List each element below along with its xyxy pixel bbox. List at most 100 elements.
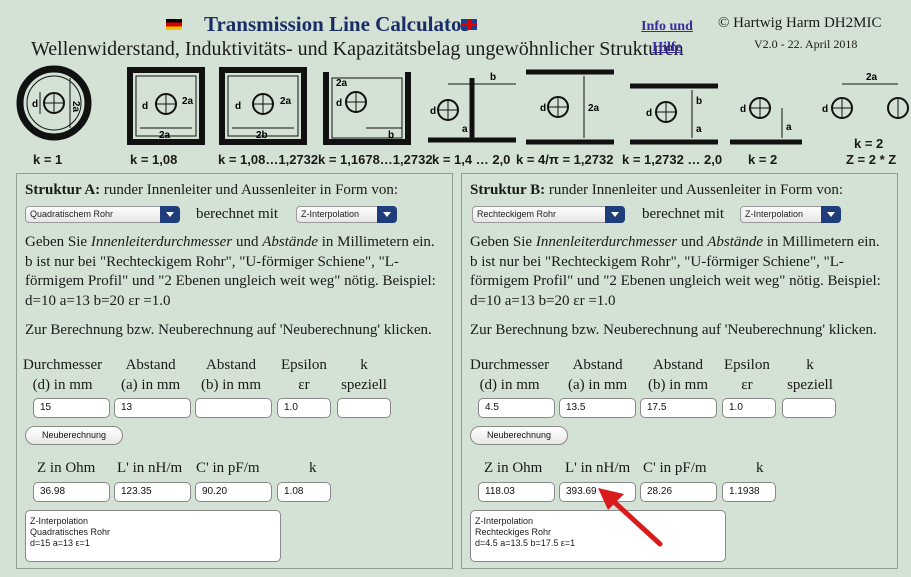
k-result-a[interactable]: 1.08 [277, 482, 331, 502]
col-head-b-line2: (b) in mm [201, 377, 261, 393]
diameter-input-a[interactable]: 15 [33, 398, 110, 418]
info-link-line2[interactable]: Hilfe [632, 37, 702, 58]
desc-text: und [232, 234, 263, 250]
col-head-b: Abstand (b) in mm [648, 355, 708, 395]
recalc-hint: Zur Berechnung bzw. Neuberechnung auf 'N… [470, 322, 877, 338]
b-letter: b [490, 72, 496, 83]
epsilon-input-b[interactable]: 1.0 [722, 398, 776, 418]
k-special-input-a[interactable] [337, 398, 391, 418]
res-head-c: C' in pF/m [643, 460, 707, 476]
output-textarea-a[interactable]: Z-Interpolation Quadratisches Rohr d=15 … [25, 510, 281, 562]
res-head-l: L' in nH/m [117, 460, 183, 476]
2a-letter: 2a [280, 96, 292, 107]
rect-pipe-diagram-icon: d 2a 2b [219, 67, 307, 145]
a-letter: a [786, 122, 792, 133]
col-head-d-line2: (d) in mm [32, 377, 93, 393]
output-textarea-b[interactable]: Z-Interpolation Rechteckiges Rohr d=4.5 … [470, 510, 726, 562]
app-title: Transmission Line Calculator [204, 12, 471, 36]
res-head-k: k [756, 460, 764, 476]
col-head-k-line1: k [360, 357, 368, 373]
d-letter: d [740, 104, 746, 115]
col-head-a-line2: (a) in mm [121, 377, 181, 393]
col-head-b: Abstand (b) in mm [201, 355, 261, 395]
structure-diagrams: d 2a k = 1 d 2a 2a k = 1,08 d 2a 2b k = … [0, 64, 911, 169]
info-link-line1[interactable]: Info und [632, 16, 702, 37]
c-result-a[interactable]: 90.20 [195, 482, 272, 502]
desc-text: und [677, 234, 708, 250]
berechnet-mit-label: berechnet mit [642, 206, 725, 222]
app-subtitle: Wellenwiderstand, Induktivitäts- und Kap… [31, 38, 684, 60]
uk-flag-icon[interactable] [461, 19, 477, 30]
distance-a-input-a[interactable]: 13 [114, 398, 191, 418]
method-select-a[interactable]: Z-Interpolation [296, 206, 397, 223]
epsilon-input-a[interactable]: 1.0 [277, 398, 331, 418]
diameter-input-b[interactable]: 4.5 [478, 398, 555, 418]
output-line: d=4.5 a=13.5 b=17.5 ε=1 [475, 538, 576, 548]
l-result-b[interactable]: 393.69 [559, 482, 636, 502]
diagram-unequal-planes: d a b k = 1,2732 … 2,0 [622, 64, 722, 169]
output-line: Rechteckiges Rohr [475, 527, 552, 537]
z-result-a[interactable]: 36.98 [33, 482, 110, 502]
header: Transmission Line Calculator Wellenwider… [0, 0, 911, 62]
info-help-link[interactable]: Info und Hilfe [632, 16, 702, 58]
struct-b-text: runder Innenleiter und Aussenleiter in F… [545, 182, 844, 198]
shape-select-a-value: Quadratischem Rohr [30, 209, 114, 219]
desc-italic-2: Abstände [262, 234, 319, 250]
diagram-square-pipe: d 2a 2a k = 1,08 [124, 64, 210, 169]
col-head-a-line1: Abstand [125, 357, 176, 373]
desc-example: d=10 a=13 b=20 εr =1.0 [25, 292, 171, 309]
version-label: V2.0 - 22. April 2018 [754, 37, 858, 51]
chevron-down-icon[interactable] [377, 206, 397, 223]
c-result-b[interactable]: 28.26 [640, 482, 717, 502]
distance-b-input-a[interactable] [195, 398, 272, 418]
output-line: Z-Interpolation [475, 516, 534, 526]
col-head-eps-line1: Epsilon [281, 357, 327, 373]
struct-a-text: runder Innenleiter und Aussenleiter in F… [100, 182, 399, 198]
recalculate-button-a[interactable]: Neuberechnung [25, 426, 123, 445]
col-head-b-line1: Abstand [653, 357, 703, 373]
shape-select-b[interactable]: Rechteckigem Rohr [472, 206, 625, 223]
chevron-down-icon[interactable] [160, 206, 180, 223]
diagram-two-planes: d 2a k = 4/π = 1,2732 [516, 64, 622, 169]
distance-b-input-b[interactable]: 17.5 [640, 398, 717, 418]
res-head-l: L' in nH/m [565, 460, 631, 476]
col-head-k-line1: k [806, 357, 814, 373]
col-head-a: Abstand (a) in mm [568, 355, 627, 395]
d-letter: d [235, 101, 241, 112]
desc-italic-1: Innenleiterdurchmesser [535, 234, 678, 250]
distance-a-input-b[interactable]: 13.5 [559, 398, 636, 418]
output-line: Z-Interpolation [30, 516, 89, 526]
struct-a-label: Struktur A: [25, 182, 101, 198]
square-pipe-diagram-icon: d 2a 2a [127, 67, 205, 145]
shape-select-a[interactable]: Quadratischem Rohr [25, 206, 180, 223]
col-head-eps-line1: Epsilon [724, 357, 770, 373]
diagram-l-profile: d a b k = 1,4 … 2,0 [424, 64, 520, 169]
col-head-k-line2: speziell [341, 377, 387, 393]
a-letter: a [462, 124, 468, 135]
diagram-single-plane: d a k = 2 [726, 64, 806, 169]
k-result-b[interactable]: 1.1938 [722, 482, 776, 502]
col-head-d-line1: Durchmesser [23, 357, 103, 373]
german-flag-icon[interactable] [166, 19, 182, 30]
2a-bottom-letter: 2a [159, 130, 171, 141]
col-head-k: k speziell [782, 355, 838, 395]
desc-line2: b ist nur bei "Rechteckigem Rohr", "U-fö… [470, 253, 881, 290]
z-result-b[interactable]: 118.03 [478, 482, 555, 502]
a-letter: a [696, 124, 702, 135]
col-head-k: k speziell [340, 355, 388, 395]
l-result-a[interactable]: 123.35 [114, 482, 191, 502]
k-label: k = 2 [854, 136, 884, 151]
d-letter: d [646, 108, 652, 119]
k-label: k = 4/π = 1,2732 [516, 152, 614, 167]
k-special-input-b[interactable] [782, 398, 836, 418]
recalculate-button-b[interactable]: Neuberechnung [470, 426, 568, 445]
recalc-hint: Zur Berechnung bzw. Neuberechnung auf 'N… [25, 322, 432, 338]
col-head-d: Durchmesser (d) in mm [23, 355, 102, 395]
method-select-b[interactable]: Z-Interpolation [740, 206, 841, 223]
chevron-down-icon[interactable] [821, 206, 841, 223]
instructions: Geben Sie Innenleiterdurchmesser und Abs… [470, 233, 895, 311]
col-head-a: Abstand (a) in mm [121, 355, 180, 395]
k-label: k = 1,2732 … 2,0 [622, 152, 723, 167]
chevron-down-icon[interactable] [605, 206, 625, 223]
col-head-eps-line2: εr [741, 377, 753, 393]
